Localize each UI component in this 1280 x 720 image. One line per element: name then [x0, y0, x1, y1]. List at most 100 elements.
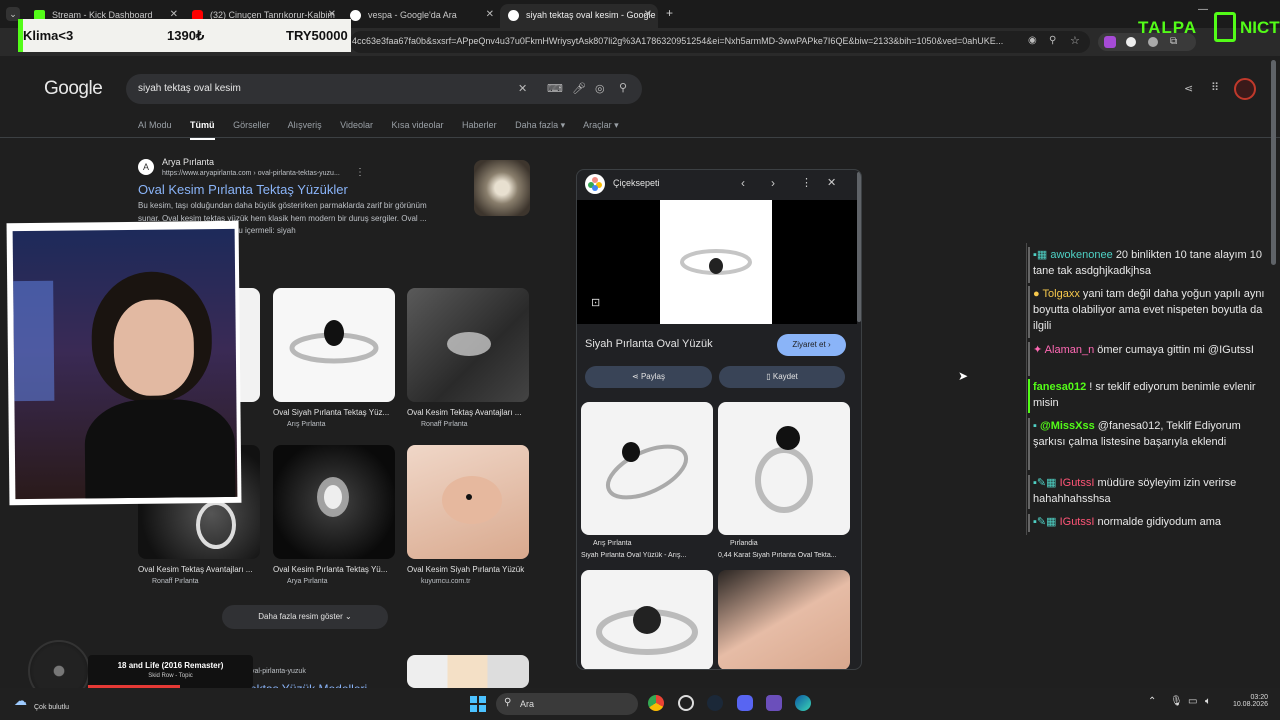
edge-icon[interactable] [795, 695, 811, 711]
image-preview-panel: Çiçeksepeti ‹ › ⋮ ✕ ⊡ Siyah Pırlanta Ova… [576, 169, 862, 670]
taskbar: ☁ Çok bulutlu ⚲ Ara ⌃ 🎙︎ ▭ 🔈︎ 03:20 10.0… [0, 688, 1280, 720]
related-image[interactable] [581, 570, 713, 669]
more-options-icon[interactable]: ⋮ [801, 176, 812, 189]
google-logo[interactable]: Google [44, 78, 103, 100]
start-icon-tile [470, 696, 477, 703]
face [113, 299, 195, 397]
header-divider [0, 137, 1280, 138]
tab-google-vespa[interactable]: vespa - Google'da Ara ✕ [342, 4, 500, 28]
bookmark-star-icon[interactable]: ☆ [1070, 34, 1080, 47]
start-button[interactable] [470, 696, 486, 712]
image-caption[interactable]: Oval Kesim Pırlanta Tektaş Yü... [273, 565, 395, 574]
tab-videos[interactable]: Videolar [340, 120, 373, 130]
account-avatar[interactable] [1234, 78, 1256, 100]
search-input[interactable]: siyah tektaş oval kesim [138, 83, 241, 94]
chat-username[interactable]: Alaman_n [1045, 344, 1095, 356]
close-icon[interactable]: ✕ [486, 9, 494, 20]
location-icon[interactable]: ◉ [1028, 35, 1037, 46]
image-caption[interactable]: Oval Kesim Tektaş Avantajları ... [138, 565, 260, 574]
panel-scrollbar[interactable] [857, 172, 861, 322]
donation-goal-overlay: Klima<3 1390₺ TRY50000 [18, 19, 351, 52]
discord-icon[interactable] [737, 695, 753, 711]
keyboard-icon[interactable]: ⌨ [547, 82, 563, 95]
tab-ai-mode[interactable]: AI Modu [138, 120, 172, 130]
apps-grid-icon[interactable]: ⠿ [1211, 81, 1219, 94]
message-bar [1028, 379, 1030, 413]
tab-short-videos[interactable]: Kısa videolar [392, 120, 444, 130]
visit-button[interactable]: Ziyaret et › [777, 334, 846, 356]
badge-icon: ▪ [1033, 420, 1040, 432]
close-icon[interactable]: ✕ [644, 9, 652, 20]
image-tile[interactable] [273, 445, 395, 559]
save-button[interactable]: ▯ Kaydet [719, 366, 845, 388]
extension-icon[interactable] [1126, 37, 1136, 47]
steam-icon[interactable] [707, 695, 723, 711]
result-thumbnail[interactable] [474, 160, 530, 216]
tab-news[interactable]: Haberler [462, 120, 497, 130]
chrome-icon[interactable] [648, 695, 664, 711]
chat-username[interactable]: Tolgaxx [1043, 288, 1080, 300]
image-caption[interactable]: Oval Siyah Pırlanta Tektaş Yüz... [273, 408, 395, 417]
weather-text[interactable]: Çok bulutlu [34, 704, 69, 711]
webcam-frame [6, 220, 242, 506]
chat-username[interactable]: awokenonee [1050, 249, 1112, 261]
chat-message: ✦ Alaman_n ömer cumaya gittin mi @IGutss… [1028, 342, 1268, 376]
chat-username[interactable]: @MissXss [1040, 420, 1095, 432]
minimize-icon[interactable]: — [1198, 4, 1208, 15]
panel-source[interactable]: Çiçeksepeti [613, 178, 660, 188]
chat-text: normalde gidiyodum ama [1097, 516, 1221, 528]
image-tile[interactable] [407, 655, 529, 688]
prev-icon[interactable]: ‹ [741, 176, 745, 190]
taskbar-search[interactable]: ⚲ Ara [496, 693, 638, 715]
tab-more[interactable]: Daha fazla ▾ [515, 120, 565, 130]
extension-icon[interactable] [1104, 36, 1116, 48]
related-image[interactable] [718, 570, 850, 669]
new-tab-button[interactable]: + [666, 6, 673, 20]
network-icon[interactable]: ▭ [1188, 696, 1197, 707]
image-caption[interactable]: Oval Kesim Tektaş Avantajları ... [407, 408, 529, 417]
more-images-button[interactable]: Daha fazla resim göster ⌄ [222, 605, 388, 629]
zoom-icon[interactable]: ⚲ [1049, 35, 1056, 46]
extension-icon[interactable] [1148, 37, 1158, 47]
volume-icon[interactable]: 🔈︎ [1205, 696, 1211, 707]
lens-search-icon[interactable]: ⊡ [591, 296, 600, 309]
page-scrollbar[interactable] [1271, 60, 1276, 265]
app-icon[interactable] [678, 695, 694, 711]
tab-shopping[interactable]: Alışveriş [288, 120, 322, 130]
tab-images[interactable]: Görseller [233, 120, 270, 130]
chat-username[interactable]: IGutssI [1060, 477, 1095, 489]
related-image[interactable] [718, 402, 850, 535]
image-tile[interactable] [407, 288, 529, 402]
weather-icon[interactable]: ☁ [14, 693, 27, 709]
background-light [13, 280, 55, 402]
share-icon[interactable]: ⋖ [1184, 82, 1193, 95]
nict-logo: NICT [1214, 12, 1280, 42]
microphone-icon[interactable]: 🎤︎ [572, 82, 586, 95]
related-image[interactable] [581, 402, 713, 535]
related-caption[interactable]: 0,44 Karat Siyah Pırlanta Oval Tekta... [718, 552, 850, 559]
tab-google-active[interactable]: siyah tektaş oval kesim - Google ✕ [500, 4, 658, 28]
image-tile[interactable] [407, 445, 529, 559]
panel-title: Siyah Pırlanta Oval Yüzük [585, 338, 713, 350]
lens-icon[interactable]: ◎ [595, 82, 605, 95]
result-title-link[interactable]: Oval Kesim Pırlanta Tektaş Yüzükler [138, 182, 348, 197]
share-button[interactable]: ⋖ Paylaş [585, 366, 712, 388]
search-icon[interactable]: ⚲ [619, 81, 627, 94]
preview-image[interactable] [660, 200, 772, 324]
image-caption[interactable]: Oval Kesim Siyah Pırlanta Yüzük [407, 565, 529, 574]
mic-icon[interactable]: 🎙︎ [1170, 696, 1183, 707]
tab-tools[interactable]: Araçlar ▾ [583, 120, 619, 130]
clock[interactable]: 03:20 10.08.2026 [1226, 694, 1268, 708]
close-icon[interactable]: ✕ [827, 176, 836, 189]
chat-username[interactable]: fanesa012 [1033, 381, 1086, 393]
related-caption[interactable]: Siyah Pırlanta Oval Yüzük - Arış... [581, 552, 713, 559]
clear-icon[interactable]: ✕ [518, 82, 527, 95]
app-icon[interactable] [766, 695, 782, 711]
chat-divider [1026, 243, 1027, 535]
next-icon[interactable]: › [771, 176, 775, 190]
image-tile[interactable] [273, 288, 395, 402]
clock-date: 10.08.2026 [1232, 701, 1268, 708]
tray-expand-icon[interactable]: ⌃ [1148, 696, 1156, 707]
more-options-icon[interactable]: ⋮ [355, 167, 365, 178]
chat-username[interactable]: IGutssI [1060, 516, 1095, 528]
